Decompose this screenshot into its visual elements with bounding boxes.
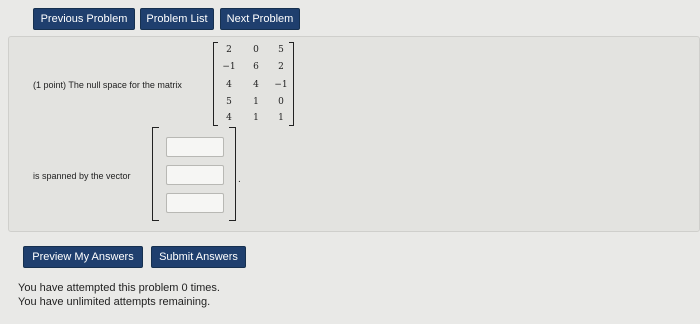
matrix-cell: 4 <box>226 113 232 123</box>
matrix-cell: 0 <box>253 45 259 55</box>
problem-statement: (1 point) The null space for the matrix <box>33 80 182 90</box>
matrix-cell: 1 <box>253 97 259 107</box>
matrix-cell: 1 <box>278 113 284 123</box>
vector-left-bracket <box>152 127 159 221</box>
submit-answers-button[interactable]: Submit Answers <box>151 246 246 268</box>
matrix-cell: 5 <box>278 45 284 55</box>
trailing-period: . <box>238 174 241 185</box>
matrix-cell: −1 <box>222 62 236 72</box>
attempts-status: You have attempted this problem 0 times. <box>18 282 220 294</box>
matrix-cell: 2 <box>278 62 284 72</box>
matrix-cell: 5 <box>226 97 232 107</box>
matrix-cell: −1 <box>274 80 288 90</box>
spanned-label: is spanned by the vector <box>33 171 131 181</box>
next-problem-button[interactable]: Next Problem <box>220 8 300 30</box>
matrix-cell: 4 <box>226 80 232 90</box>
problem-panel <box>8 36 700 232</box>
problem-list-button[interactable]: Problem List <box>140 8 214 30</box>
vector-entry-3-input[interactable] <box>166 193 224 213</box>
vector-entry-1-input[interactable] <box>166 137 224 157</box>
vector-right-bracket <box>229 127 236 221</box>
matrix-cell: 2 <box>226 45 232 55</box>
remaining-status: You have unlimited attempts remaining. <box>18 296 211 308</box>
matrix-left-bracket <box>213 42 218 126</box>
matrix-cell: 6 <box>253 62 259 72</box>
previous-problem-button[interactable]: Previous Problem <box>33 8 135 30</box>
vector-entry-2-input[interactable] <box>166 165 224 185</box>
matrix-cell: 4 <box>253 80 259 90</box>
matrix-cell: 1 <box>253 113 259 123</box>
preview-answers-button[interactable]: Preview My Answers <box>23 246 143 268</box>
matrix-cell: 0 <box>278 97 284 107</box>
